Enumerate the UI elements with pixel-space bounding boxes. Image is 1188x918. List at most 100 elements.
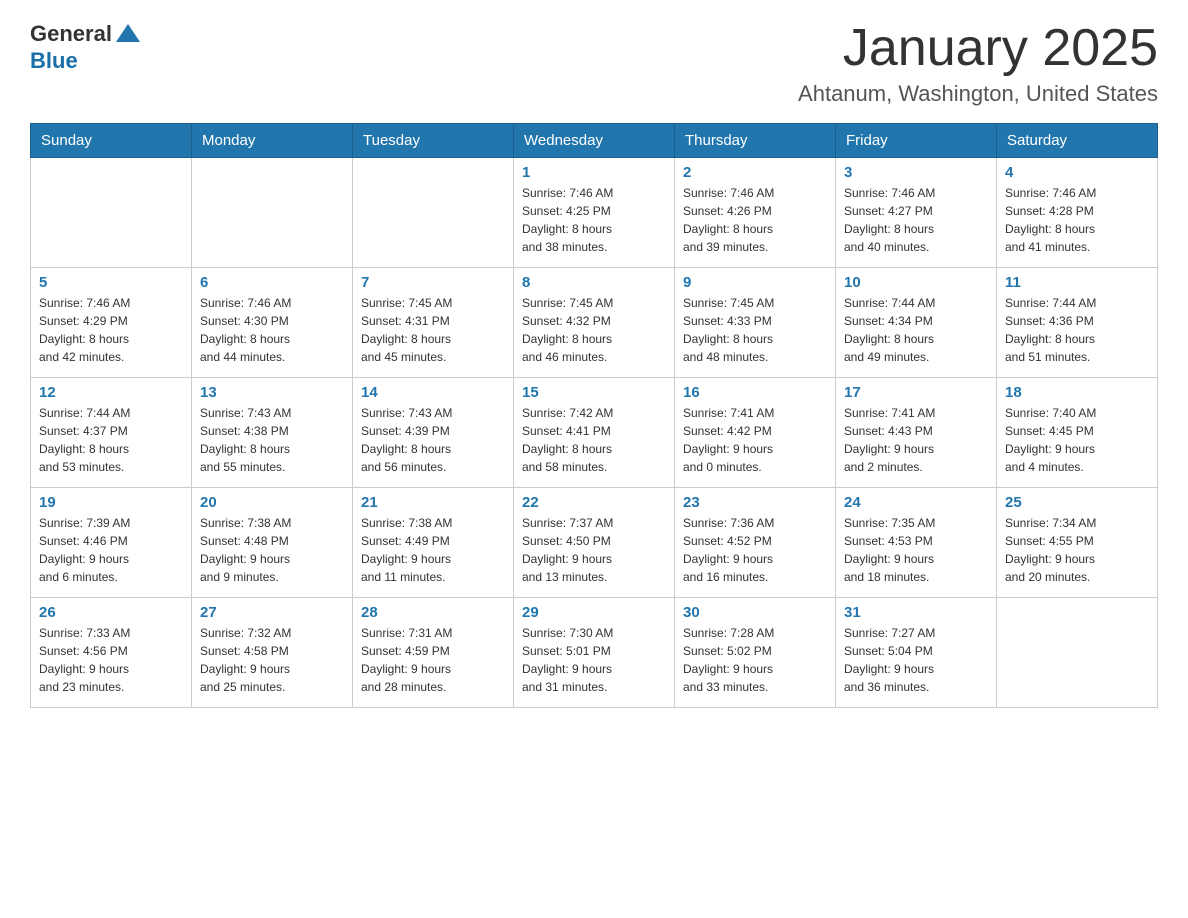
day-number: 17 — [844, 384, 988, 401]
header-wednesday: Wednesday — [514, 124, 675, 158]
calendar-cell: 28 Sunrise: 7:31 AM Sunset: 4:59 PM Dayli… — [353, 598, 514, 708]
calendar-cell — [997, 598, 1158, 708]
logo: General Blue — [30, 20, 142, 74]
day-number: 11 — [1005, 274, 1149, 291]
day-info: Sunrise: 7:32 AM Sunset: 4:58 PM Dayligh… — [200, 624, 344, 696]
day-info: Sunrise: 7:46 AM Sunset: 4:30 PM Dayligh… — [200, 294, 344, 366]
calendar-cell — [31, 158, 192, 268]
calendar-cell: 2Sunrise: 7:46 AM Sunset: 4:26 PM Daylig… — [675, 158, 836, 268]
day-number: 8 — [522, 274, 666, 291]
calendar-cell: 17 Sunrise: 7:41 AM Sunset: 4:43 PM Dayli… — [836, 378, 997, 488]
day-info: Sunrise: 7:37 AM Sunset: 4:50 PM Dayligh… — [522, 514, 666, 586]
day-number: 23 — [683, 494, 827, 511]
day-info: Sunrise: 7:35 AM Sunset: 4:53 PM Dayligh… — [844, 514, 988, 586]
day-info: Sunrise: 7:42 AM Sunset: 4:41 PM Dayligh… — [522, 404, 666, 476]
day-number: 21 — [361, 494, 505, 511]
calendar-cell: 29Sunrise: 7:30 AM Sunset: 5:01 PM Dayli… — [514, 598, 675, 708]
day-info: Sunrise: 7:45 AM Sunset: 4:33 PM Dayligh… — [683, 294, 827, 366]
day-info: Sunrise: 7:44 AM Sunset: 4:34 PM Dayligh… — [844, 294, 988, 366]
calendar-cell: 14Sunrise: 7:43 AM Sunset: 4:39 PM Dayli… — [353, 378, 514, 488]
day-number: 18 — [1005, 384, 1149, 401]
day-info: Sunrise: 7:46 AM Sunset: 4:27 PM Dayligh… — [844, 184, 988, 256]
day-number: 15 — [522, 384, 666, 401]
location-title: Ahtanum, Washington, United States — [798, 81, 1158, 107]
day-number: 19 — [39, 494, 183, 511]
day-number: 12 — [39, 384, 183, 401]
day-number: 16 — [683, 384, 827, 401]
day-number: 4 — [1005, 164, 1149, 181]
header-sunday: Sunday — [31, 124, 192, 158]
calendar-header-row: SundayMondayTuesdayWednesdayThursdayFrid… — [31, 124, 1158, 158]
calendar-week-2: 5 Sunrise: 7:46 AM Sunset: 4:29 PM Daylig… — [31, 268, 1158, 378]
calendar-cell: 4 Sunrise: 7:46 AM Sunset: 4:28 PM Daylig… — [997, 158, 1158, 268]
day-number: 5 — [39, 274, 183, 291]
day-number: 25 — [1005, 494, 1149, 511]
day-info: Sunrise: 7:45 AM Sunset: 4:31 PM Dayligh… — [361, 294, 505, 366]
calendar-cell: 10Sunrise: 7:44 AM Sunset: 4:34 PM Dayli… — [836, 268, 997, 378]
calendar-cell: 23 Sunrise: 7:36 AM Sunset: 4:52 PM Dayli… — [675, 488, 836, 598]
calendar-cell: 25 Sunrise: 7:34 AM Sunset: 4:55 PM Dayli… — [997, 488, 1158, 598]
calendar-cell: 11Sunrise: 7:44 AM Sunset: 4:36 PM Dayli… — [997, 268, 1158, 378]
logo-icon — [114, 20, 142, 48]
calendar-week-3: 12 Sunrise: 7:44 AM Sunset: 4:37 PM Dayli… — [31, 378, 1158, 488]
day-info: Sunrise: 7:34 AM Sunset: 4:55 PM Dayligh… — [1005, 514, 1149, 586]
calendar-cell: 12 Sunrise: 7:44 AM Sunset: 4:37 PM Dayli… — [31, 378, 192, 488]
calendar-cell: 15 Sunrise: 7:42 AM Sunset: 4:41 PM Dayli… — [514, 378, 675, 488]
calendar-cell: 5 Sunrise: 7:46 AM Sunset: 4:29 PM Daylig… — [31, 268, 192, 378]
day-info: Sunrise: 7:38 AM Sunset: 4:49 PM Dayligh… — [361, 514, 505, 586]
header-monday: Monday — [192, 124, 353, 158]
day-number: 24 — [844, 494, 988, 511]
day-info: Sunrise: 7:33 AM Sunset: 4:56 PM Dayligh… — [39, 624, 183, 696]
calendar-cell: 20 Sunrise: 7:38 AM Sunset: 4:48 PM Dayli… — [192, 488, 353, 598]
day-number: 26 — [39, 604, 183, 621]
day-info: Sunrise: 7:31 AM Sunset: 4:59 PM Dayligh… — [361, 624, 505, 696]
calendar-cell: 21 Sunrise: 7:38 AM Sunset: 4:49 PM Dayli… — [353, 488, 514, 598]
day-number: 29 — [522, 604, 666, 621]
day-info: Sunrise: 7:40 AM Sunset: 4:45 PM Dayligh… — [1005, 404, 1149, 476]
day-number: 3 — [844, 164, 988, 181]
day-number: 31 — [844, 604, 988, 621]
day-info: Sunrise: 7:46 AM Sunset: 4:29 PM Dayligh… — [39, 294, 183, 366]
calendar-cell — [192, 158, 353, 268]
calendar-cell — [353, 158, 514, 268]
calendar-cell: 27Sunrise: 7:32 AM Sunset: 4:58 PM Dayli… — [192, 598, 353, 708]
calendar-cell: 22 Sunrise: 7:37 AM Sunset: 4:50 PM Dayli… — [514, 488, 675, 598]
logo-blue-text: Blue — [30, 48, 78, 74]
day-info: Sunrise: 7:41 AM Sunset: 4:43 PM Dayligh… — [844, 404, 988, 476]
calendar-week-1: 1Sunrise: 7:46 AM Sunset: 4:25 PM Daylig… — [31, 158, 1158, 268]
calendar-week-5: 26 Sunrise: 7:33 AM Sunset: 4:56 PM Dayli… — [31, 598, 1158, 708]
calendar-cell: 31 Sunrise: 7:27 AM Sunset: 5:04 PM Dayli… — [836, 598, 997, 708]
calendar-cell: 18 Sunrise: 7:40 AM Sunset: 4:45 PM Dayli… — [997, 378, 1158, 488]
calendar-cell: 24 Sunrise: 7:35 AM Sunset: 4:53 PM Dayli… — [836, 488, 997, 598]
day-number: 14 — [361, 384, 505, 401]
day-number: 20 — [200, 494, 344, 511]
day-number: 6 — [200, 274, 344, 291]
calendar-cell: 1Sunrise: 7:46 AM Sunset: 4:25 PM Daylig… — [514, 158, 675, 268]
day-number: 28 — [361, 604, 505, 621]
day-info: Sunrise: 7:38 AM Sunset: 4:48 PM Dayligh… — [200, 514, 344, 586]
day-info: Sunrise: 7:39 AM Sunset: 4:46 PM Dayligh… — [39, 514, 183, 586]
header-friday: Friday — [836, 124, 997, 158]
day-number: 1 — [522, 164, 666, 181]
day-number: 9 — [683, 274, 827, 291]
logo-general-text: General — [30, 21, 112, 47]
day-number: 2 — [683, 164, 827, 181]
calendar-cell: 13Sunrise: 7:43 AM Sunset: 4:38 PM Dayli… — [192, 378, 353, 488]
calendar-cell: 30 Sunrise: 7:28 AM Sunset: 5:02 PM Dayli… — [675, 598, 836, 708]
day-number: 22 — [522, 494, 666, 511]
calendar-week-4: 19 Sunrise: 7:39 AM Sunset: 4:46 PM Dayli… — [31, 488, 1158, 598]
calendar-table: SundayMondayTuesdayWednesdayThursdayFrid… — [30, 123, 1158, 708]
day-info: Sunrise: 7:28 AM Sunset: 5:02 PM Dayligh… — [683, 624, 827, 696]
day-info: Sunrise: 7:41 AM Sunset: 4:42 PM Dayligh… — [683, 404, 827, 476]
page-header: General Blue January 2025 Ahtanum, Washi… — [30, 20, 1158, 107]
day-number: 30 — [683, 604, 827, 621]
day-info: Sunrise: 7:36 AM Sunset: 4:52 PM Dayligh… — [683, 514, 827, 586]
day-info: Sunrise: 7:46 AM Sunset: 4:28 PM Dayligh… — [1005, 184, 1149, 256]
day-info: Sunrise: 7:27 AM Sunset: 5:04 PM Dayligh… — [844, 624, 988, 696]
day-info: Sunrise: 7:45 AM Sunset: 4:32 PM Dayligh… — [522, 294, 666, 366]
day-info: Sunrise: 7:44 AM Sunset: 4:37 PM Dayligh… — [39, 404, 183, 476]
day-number: 7 — [361, 274, 505, 291]
header-saturday: Saturday — [997, 124, 1158, 158]
calendar-cell: 3 Sunrise: 7:46 AM Sunset: 4:27 PM Daylig… — [836, 158, 997, 268]
calendar-cell: 9 Sunrise: 7:45 AM Sunset: 4:33 PM Daylig… — [675, 268, 836, 378]
